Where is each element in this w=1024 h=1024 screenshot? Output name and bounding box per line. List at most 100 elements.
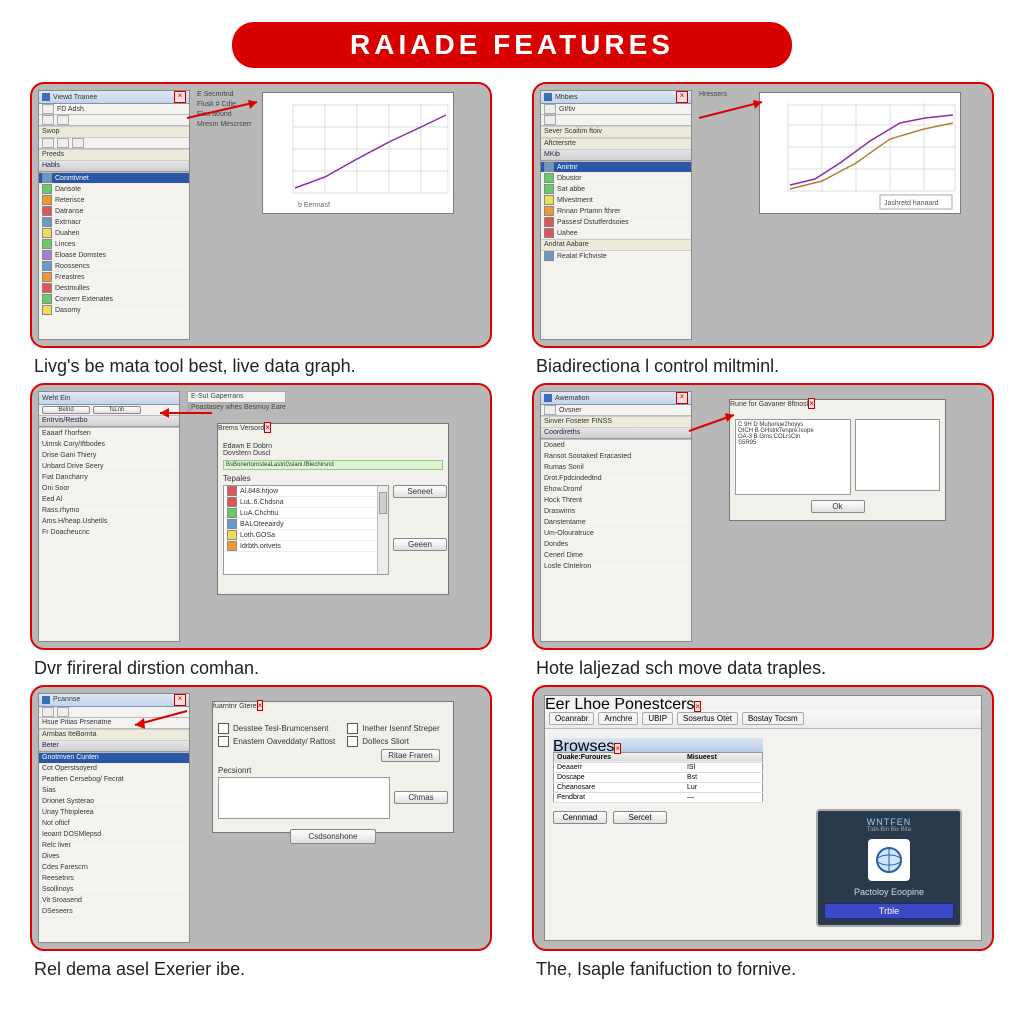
ok-button[interactable]: Ok bbox=[811, 500, 865, 513]
list-item[interactable]: Ssollinoys bbox=[39, 885, 189, 896]
ok-button[interactable]: Geeen bbox=[393, 538, 447, 551]
list-item[interactable]: Doaed bbox=[541, 440, 691, 451]
list-item[interactable]: Conmtvnet bbox=[39, 173, 189, 184]
list-item[interactable]: Not ofticf bbox=[39, 819, 189, 830]
toolbar-button[interactable]: Sosertus Otet bbox=[677, 712, 738, 725]
list-item[interactable]: Dondes bbox=[541, 539, 691, 550]
tree-list[interactable]: Conmtvnet Dansote Reterisce Datranse Ext… bbox=[39, 172, 189, 339]
dialog[interactable]: Rune for Gavaner 8ftnosl× C 9H D Muhoriu… bbox=[729, 399, 946, 521]
list-item[interactable]: Dansote bbox=[39, 184, 189, 195]
dialog[interactable]: Brems Versord× Edawn E Dobrn Dovstern Du… bbox=[217, 423, 449, 595]
list-item[interactable]: Cot Operstsoyerd bbox=[39, 764, 189, 775]
list-item[interactable]: Um-Olouratruce bbox=[541, 528, 691, 539]
path-field[interactable]: BsBonertornsteaLastriGslani.fBlechirsnd bbox=[223, 460, 443, 470]
list-item[interactable]: DSeseers bbox=[39, 907, 189, 918]
listbox[interactable]: Al.848.htjow LuL.6.Chdsna LuA.Chchtiu BA… bbox=[223, 485, 389, 575]
list-item[interactable]: Extrnacr bbox=[39, 217, 189, 228]
list-item[interactable]: Rass.rhymo bbox=[39, 505, 179, 516]
titlebar[interactable]: Pcannse× bbox=[39, 694, 189, 707]
list-item[interactable]: Eed Al bbox=[39, 494, 179, 505]
list-item[interactable]: Ehow.Dromf bbox=[541, 484, 691, 495]
settings-dialog[interactable]: fuarntnr Gtere× Desstee Tesl-Brumcensent… bbox=[212, 701, 454, 833]
checkbox-box[interactable] bbox=[218, 736, 229, 747]
list-item[interactable]: Destmulles bbox=[39, 283, 189, 294]
toolbar-button[interactable] bbox=[544, 405, 556, 415]
toolbar-button[interactable]: Ocanrabr bbox=[549, 712, 594, 725]
dialog-titlebar[interactable]: fuarntnr Gtere× bbox=[213, 702, 453, 716]
list-item[interactable]: BALOteeairdy bbox=[224, 519, 388, 530]
list-item[interactable]: Fiat Dancharry bbox=[39, 472, 179, 483]
list-item[interactable]: Uimsk Cory/Iftbodes bbox=[39, 439, 179, 450]
list-item[interactable]: Ams.H/heap.Ushetils bbox=[39, 516, 179, 527]
close-icon[interactable]: × bbox=[676, 392, 688, 404]
list-item[interactable]: Loth.GOSa bbox=[224, 530, 388, 541]
menubar[interactable]: Weht Ein bbox=[39, 392, 179, 405]
toolbar-button[interactable] bbox=[57, 115, 69, 125]
list-item[interactable]: Dives bbox=[39, 852, 189, 863]
close-icon[interactable]: × bbox=[174, 91, 186, 103]
toolbar-button[interactable] bbox=[72, 138, 84, 148]
list-item[interactable]: Uahee bbox=[541, 228, 691, 239]
list-item[interactable]: Vit Sroasend bbox=[39, 896, 189, 907]
titlebar[interactable]: Viewd Trianee × bbox=[39, 91, 189, 104]
list-item[interactable]: LuA.Chchtiu bbox=[224, 508, 388, 519]
browse-button[interactable]: Chmas bbox=[394, 791, 448, 804]
list-item[interactable]: Cdes Farescrn bbox=[39, 863, 189, 874]
tree-list[interactable]: Anirtnr Dbustor Sat abbe Mlvestment Rnna… bbox=[541, 161, 691, 339]
list-item[interactable]: Draswirns bbox=[541, 506, 691, 517]
tree-list[interactable]: Gnotmven Cunten Cot Operstsoyerd Peattie… bbox=[39, 752, 189, 942]
main-button[interactable]: Csdsonshone bbox=[290, 829, 377, 844]
panel-titlebar[interactable]: Browses× bbox=[553, 738, 763, 752]
checkbox-box[interactable] bbox=[347, 736, 358, 747]
list-item[interactable]: Drionet Systerao bbox=[39, 797, 189, 808]
list-item[interactable]: Eaaarf l'horfsen bbox=[39, 428, 179, 439]
list-item[interactable]: Dasomy bbox=[39, 305, 189, 316]
close-icon[interactable]: × bbox=[257, 700, 264, 711]
list-item[interactable]: Unay Thtnplerea bbox=[39, 808, 189, 819]
list-item[interactable]: Sias bbox=[39, 786, 189, 797]
list-item[interactable]: Fr Doacheucnc bbox=[39, 527, 179, 538]
tab[interactable]: Belnd bbox=[42, 406, 90, 414]
toolbar-button[interactable] bbox=[42, 115, 54, 125]
list-item[interactable]: Ransot Sootaked Eracasted bbox=[541, 451, 691, 462]
list-item[interactable]: Drot.Fpdcindedtnd bbox=[541, 473, 691, 484]
list-item[interactable]: Datranse bbox=[39, 206, 189, 217]
list-item[interactable]: Al.848.htjow bbox=[224, 486, 388, 497]
scrollbar-thumb[interactable] bbox=[379, 492, 387, 514]
list-item[interactable]: Reterisce bbox=[39, 195, 189, 206]
toolbar-button[interactable] bbox=[42, 707, 54, 717]
list-item[interactable]: Converr Extenates bbox=[39, 294, 189, 305]
dialog-titlebar[interactable]: Rune for Gavaner 8ftnosl× bbox=[730, 400, 945, 414]
list-item[interactable]: Eloase Domstes bbox=[39, 250, 189, 261]
toolbar-button[interactable]: UBIP bbox=[642, 712, 673, 725]
chart-window[interactable]: Jashretd hanaard bbox=[759, 92, 961, 214]
titlebar[interactable]: Eer Lhoe Ponestcers× bbox=[545, 696, 981, 710]
list-item[interactable]: Oni Soor bbox=[39, 483, 179, 494]
list-item[interactable]: Relc liver bbox=[39, 841, 189, 852]
text-field[interactable] bbox=[218, 777, 390, 819]
data-table[interactable]: Ouake:FurouresMisueest DeaaerrISl Doscap… bbox=[553, 752, 763, 803]
list-item[interactable]: Rumas Sonil bbox=[541, 462, 691, 473]
table-row[interactable]: CheanosareLur bbox=[554, 782, 763, 792]
list-item[interactable]: Ieoant DOSMlepsd bbox=[39, 830, 189, 841]
list-item[interactable]: Roossencs bbox=[39, 261, 189, 272]
list-item[interactable]: Gnotmven Cunten bbox=[39, 753, 189, 764]
close-icon[interactable]: × bbox=[264, 422, 271, 433]
toolbar-button[interactable] bbox=[544, 104, 556, 114]
list-item[interactable]: Mlvestment bbox=[541, 195, 691, 206]
toolbar-button[interactable]: Arnchre bbox=[598, 712, 638, 725]
apply-button[interactable]: Ritae Fraren bbox=[381, 749, 439, 762]
list-item[interactable]: Linces bbox=[39, 239, 189, 250]
column-header[interactable]: Misueest bbox=[684, 752, 763, 762]
footer-button[interactable]: Cennmad bbox=[553, 811, 607, 824]
close-icon[interactable]: × bbox=[694, 701, 701, 712]
titlebar[interactable]: Mhbies× bbox=[541, 91, 691, 104]
list-item[interactable]: Passesf Dstutferdsoies bbox=[541, 217, 691, 228]
select-button[interactable]: Seneet bbox=[393, 485, 447, 498]
checkbox[interactable]: Dollecs Sliort bbox=[347, 736, 439, 747]
scrollbar[interactable] bbox=[377, 486, 388, 574]
toolbar-button[interactable] bbox=[42, 104, 54, 114]
list-item[interactable]: Reesetnrs bbox=[39, 874, 189, 885]
list-item[interactable]: Drise Gani Thiery bbox=[39, 450, 179, 461]
table-row[interactable]: DeaaerrISl bbox=[554, 762, 763, 772]
